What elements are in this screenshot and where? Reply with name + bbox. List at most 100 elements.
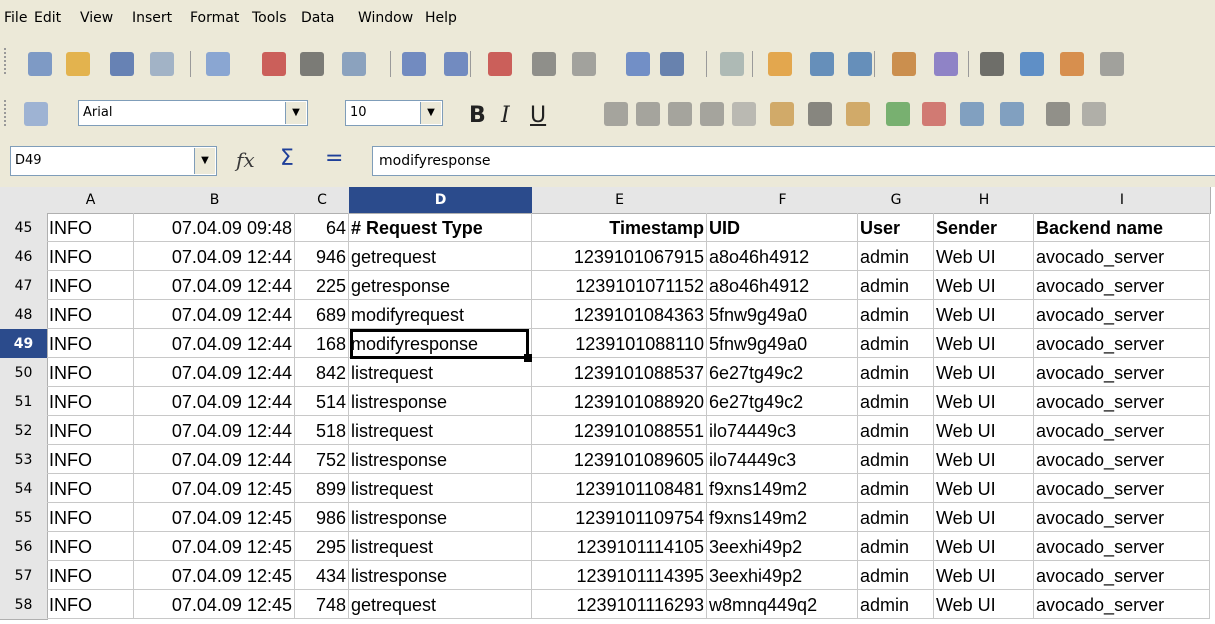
cell-a54[interactable]: INFO <box>47 474 134 503</box>
cell-c50[interactable]: 842 <box>295 358 349 387</box>
menu-data[interactable]: Data <box>301 10 334 26</box>
cell-i58[interactable]: avocado_server <box>1034 590 1210 619</box>
cell-g50[interactable]: admin <box>858 358 934 387</box>
autospellcheck-icon[interactable] <box>444 52 468 76</box>
align-center-icon[interactable] <box>636 102 660 126</box>
column-header-g[interactable]: G <box>858 187 935 214</box>
cell-b58[interactable]: 07.04.09 12:45 <box>134 590 295 619</box>
cell-e47[interactable]: 1239101071152 <box>532 271 707 300</box>
cell-a56[interactable]: INFO <box>47 532 134 561</box>
cell-f51[interactable]: 6e27tg49c2 <box>707 387 858 416</box>
cell-g54[interactable]: admin <box>858 474 934 503</box>
spellcheck-icon[interactable] <box>402 52 426 76</box>
cell-c49[interactable]: 168 <box>295 329 349 358</box>
cell-a45[interactable]: INFO <box>47 213 134 242</box>
name-box[interactable]: D49 ▼ <box>10 146 217 176</box>
cell-a47[interactable]: INFO <box>47 271 134 300</box>
cell-i46[interactable]: avocado_server <box>1034 242 1210 271</box>
cell-b53[interactable]: 07.04.09 12:44 <box>134 445 295 474</box>
cell-a49[interactable]: INFO <box>47 329 134 358</box>
cell-e56[interactable]: 1239101114105 <box>532 532 707 561</box>
menu-insert[interactable]: Insert <box>132 10 172 26</box>
row-header-47[interactable]: 47 <box>0 271 48 301</box>
cell-i53[interactable]: avocado_server <box>1034 445 1210 474</box>
cell-h55[interactable]: Web UI <box>934 503 1034 532</box>
gallery-icon[interactable] <box>1060 52 1084 76</box>
cell-f49[interactable]: 5fnw9g49a0 <box>707 329 858 358</box>
cell-c57[interactable]: 434 <box>295 561 349 590</box>
cell-f47[interactable]: a8o46h4912 <box>707 271 858 300</box>
save-icon[interactable] <box>110 52 134 76</box>
cell-i47[interactable]: avocado_server <box>1034 271 1210 300</box>
row-header-57[interactable]: 57 <box>0 561 48 591</box>
cell-d56[interactable]: listrequest <box>349 532 532 561</box>
cell-g55[interactable]: admin <box>858 503 934 532</box>
row-header-51[interactable]: 51 <box>0 387 48 417</box>
cell-d48[interactable]: modifyrequest <box>349 300 532 329</box>
cell-a46[interactable]: INFO <box>47 242 134 271</box>
cell-b57[interactable]: 07.04.09 12:45 <box>134 561 295 590</box>
cell-c54[interactable]: 899 <box>295 474 349 503</box>
cell-d52[interactable]: listrequest <box>349 416 532 445</box>
email-icon[interactable] <box>150 52 174 76</box>
cell-a48[interactable]: INFO <box>47 300 134 329</box>
cell-b47[interactable]: 07.04.09 12:44 <box>134 271 295 300</box>
sum-icon[interactable]: Σ <box>280 146 294 171</box>
cell-e54[interactable]: 1239101108481 <box>532 474 707 503</box>
cell-e57[interactable]: 1239101114395 <box>532 561 707 590</box>
decrease-indent-icon[interactable] <box>960 102 984 126</box>
cell-h48[interactable]: Web UI <box>934 300 1034 329</box>
cell-c51[interactable]: 514 <box>295 387 349 416</box>
column-header-e[interactable]: E <box>532 187 708 214</box>
cell-i54[interactable]: avocado_server <box>1034 474 1210 503</box>
page-preview-icon[interactable] <box>342 52 366 76</box>
cell-f57[interactable]: 3eexhi49p2 <box>707 561 858 590</box>
cell-d57[interactable]: listresponse <box>349 561 532 590</box>
cell-b48[interactable]: 07.04.09 12:44 <box>134 300 295 329</box>
column-header-c[interactable]: C <box>295 187 350 214</box>
cell-f48[interactable]: 5fnw9g49a0 <box>707 300 858 329</box>
cell-a53[interactable]: INFO <box>47 445 134 474</box>
cell-e58[interactable]: 1239101116293 <box>532 590 707 619</box>
hyperlink-icon[interactable] <box>768 52 792 76</box>
cell-f56[interactable]: 3eexhi49p2 <box>707 532 858 561</box>
cell-c52[interactable]: 518 <box>295 416 349 445</box>
row-header-48[interactable]: 48 <box>0 300 48 330</box>
cell-c58[interactable]: 748 <box>295 590 349 619</box>
row-header-46[interactable]: 46 <box>0 242 48 272</box>
cell-i48[interactable]: avocado_server <box>1034 300 1210 329</box>
cell-g48[interactable]: admin <box>858 300 934 329</box>
cell-b54[interactable]: 07.04.09 12:45 <box>134 474 295 503</box>
cell-h54[interactable]: Web UI <box>934 474 1034 503</box>
justify-icon[interactable] <box>700 102 724 126</box>
spreadsheet-grid[interactable]: A B C D E F G H I 45 INFO 07.04.09 09:48 64 # Request… <box>0 187 1215 624</box>
cell-a51[interactable]: INFO <box>47 387 134 416</box>
cell-e51[interactable]: 1239101088920 <box>532 387 707 416</box>
cell-e55[interactable]: 1239101109754 <box>532 503 707 532</box>
cell-d50[interactable]: listrequest <box>349 358 532 387</box>
select-all-corner[interactable] <box>0 187 48 214</box>
cell-d55[interactable]: listresponse <box>349 503 532 532</box>
cut-icon[interactable] <box>488 52 512 76</box>
cell-g49[interactable]: admin <box>858 329 934 358</box>
row-header-55[interactable]: 55 <box>0 503 48 533</box>
cell-b46[interactable]: 07.04.09 12:44 <box>134 242 295 271</box>
cell-f55[interactable]: f9xns149m2 <box>707 503 858 532</box>
cell-d58[interactable]: getrequest <box>349 590 532 619</box>
paste-icon[interactable] <box>572 52 596 76</box>
function-wizard-icon[interactable]: fx <box>236 148 255 172</box>
cell-i57[interactable]: avocado_server <box>1034 561 1210 590</box>
open-icon[interactable] <box>66 52 90 76</box>
increase-indent-icon[interactable] <box>1000 102 1024 126</box>
standard-format-icon[interactable] <box>846 102 870 126</box>
cell-b51[interactable]: 07.04.09 12:44 <box>134 387 295 416</box>
cell-f50[interactable]: 6e27tg49c2 <box>707 358 858 387</box>
cell-c55[interactable]: 986 <box>295 503 349 532</box>
sort-descending-icon[interactable] <box>848 52 872 76</box>
column-header-i[interactable]: I <box>1034 187 1211 214</box>
cell-d51[interactable]: listresponse <box>349 387 532 416</box>
row-header-52[interactable]: 52 <box>0 416 48 446</box>
cell-i49[interactable]: avocado_server <box>1034 329 1210 358</box>
cell-b45[interactable]: 07.04.09 09:48 <box>134 213 295 242</box>
menu-help[interactable]: Help <box>425 10 457 26</box>
